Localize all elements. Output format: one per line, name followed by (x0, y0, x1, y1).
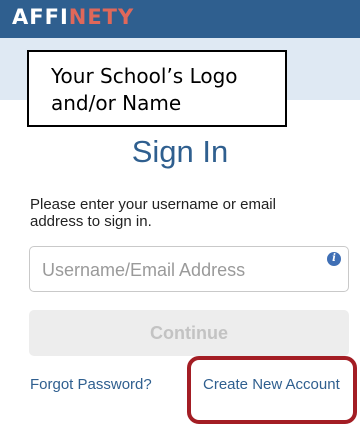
username-email-input[interactable] (40, 255, 314, 285)
top-header-bar: AFFINETY (0, 0, 360, 38)
brand-logo-part2: NETY (68, 5, 135, 29)
brand-logo-part1: AFFI (12, 5, 69, 29)
brand-logo: AFFINETY (12, 4, 134, 30)
page-title: Sign In (131, 134, 229, 169)
logo-placeholder-line2: and/or Name (51, 91, 182, 115)
forgot-password-link[interactable]: Forgot Password? (30, 376, 152, 394)
logo-placeholder-line1: Your School’s Logo (51, 64, 238, 88)
signin-instructions: Please enter your username or email addr… (30, 196, 276, 230)
info-icon[interactable]: i (327, 252, 341, 266)
continue-button[interactable]: Continue (29, 310, 349, 356)
school-logo-placeholder: Your School’s Logo and/or Name (27, 50, 287, 127)
username-field-container: i (29, 246, 349, 292)
